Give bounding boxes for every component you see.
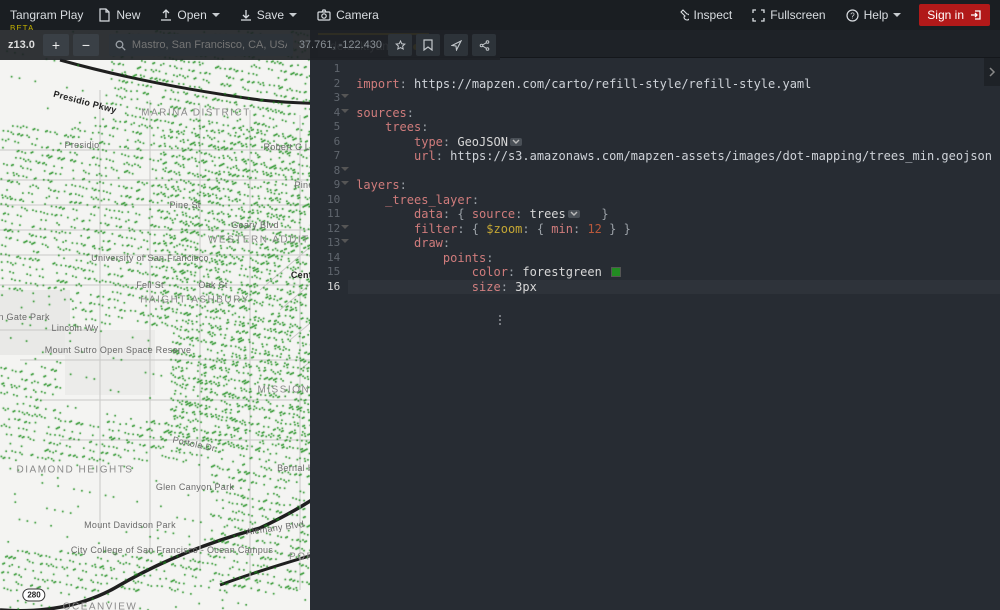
locate-button[interactable]	[444, 34, 468, 56]
fullscreen-button[interactable]: Fullscreen	[742, 0, 835, 30]
map-toolbar: z13.0 + − 37.761, -122.430	[0, 30, 500, 60]
zoom-in-button[interactable]: +	[43, 34, 69, 56]
save-label: Save	[257, 8, 284, 22]
help-icon: ?	[846, 9, 859, 22]
signin-label: Sign in	[927, 8, 964, 22]
file-icon	[99, 8, 111, 22]
source-dropdown-icon[interactable]	[568, 210, 580, 218]
search-box[interactable]	[109, 34, 293, 56]
chevron-down-icon	[893, 13, 901, 17]
code-lines[interactable]: import: https://mapzen.com/carto/refill-…	[348, 58, 1000, 610]
help-label: Help	[864, 8, 889, 22]
fullscreen-icon	[752, 9, 765, 22]
signin-button[interactable]: Sign in	[919, 4, 990, 26]
coords-readout: 37.761, -122.430	[299, 39, 388, 51]
search-input[interactable]	[132, 39, 287, 51]
top-menubar: Tangram Play BETA New Open Save Camera I…	[0, 0, 1000, 30]
split-drag-handle[interactable]	[496, 30, 504, 610]
inspect-button[interactable]: Inspect	[666, 0, 743, 30]
line-gutter: 1 2 3 4 5 6 7 8 9 10 11 12 13 14 15 16	[310, 58, 348, 610]
fullscreen-label: Fullscreen	[770, 8, 825, 22]
search-icon	[115, 40, 126, 51]
signin-icon	[970, 9, 982, 21]
wrench-icon	[676, 9, 689, 22]
upload-icon	[160, 8, 172, 22]
brand-text: Tangram Play	[10, 8, 83, 22]
camera-label: Camera	[336, 8, 379, 22]
download-icon	[240, 8, 252, 22]
chevron-down-icon	[212, 13, 220, 17]
color-swatch[interactable]	[611, 267, 621, 277]
save-button[interactable]: Save	[230, 0, 307, 30]
camera-button[interactable]: Camera	[307, 0, 389, 30]
code-area[interactable]: 1 2 3 4 5 6 7 8 9 10 11 12 13 14 15 16 i…	[310, 58, 1000, 610]
zoom-out-button[interactable]: −	[73, 34, 99, 56]
open-button[interactable]: Open	[150, 0, 229, 30]
bookmark-button[interactable]	[388, 34, 412, 56]
collapse-editor-button[interactable]	[984, 58, 1000, 86]
open-label: Open	[177, 8, 206, 22]
zoom-level: z13.0	[0, 39, 43, 51]
map-view[interactable]: Presidio Presidio Pkwy MARINA DISTRICT B…	[0, 30, 310, 610]
drag-grip-icon	[499, 315, 501, 325]
new-label: New	[116, 8, 140, 22]
map-dots-layer	[0, 30, 310, 610]
inspect-label: Inspect	[694, 8, 733, 22]
share-button[interactable]	[472, 34, 496, 56]
save-bookmark-button[interactable]	[416, 34, 440, 56]
svg-text:?: ?	[850, 11, 855, 20]
route-shield: 280	[22, 589, 45, 602]
camera-icon	[317, 9, 331, 21]
code-editor[interactable]: default.yaml 1 2 3 4 5 6 7 8 9 10 11 12 …	[310, 30, 1000, 610]
brand: Tangram Play BETA	[10, 8, 83, 22]
chevron-down-icon	[289, 13, 297, 17]
help-button[interactable]: ? Help	[836, 0, 912, 30]
type-dropdown-icon[interactable]	[510, 138, 522, 146]
new-button[interactable]: New	[89, 0, 150, 30]
